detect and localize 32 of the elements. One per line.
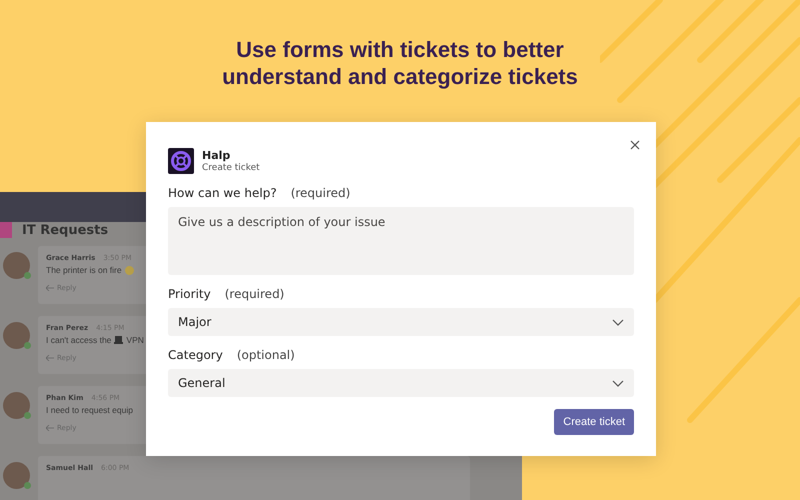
message-text: The printer is on fire	[46, 265, 122, 275]
reply-arrow-icon	[46, 425, 54, 431]
message-text: I can't access the	[46, 335, 112, 345]
headline: Use forms with tickets to better understand and categorize tickets	[221, 36, 579, 90]
avatar	[3, 462, 30, 489]
app-subtitle: Create ticket	[202, 163, 260, 173]
field-note: (required)	[290, 186, 350, 200]
close-icon[interactable]	[628, 138, 642, 152]
chevron-down-icon	[612, 318, 624, 326]
create-ticket-button[interactable]: Create ticket	[554, 409, 634, 435]
emoji-icon	[124, 266, 134, 274]
app-logo-icon	[168, 148, 194, 174]
field-label: How can we help?	[168, 186, 277, 200]
laptop-icon	[114, 336, 124, 344]
field-label: Category	[168, 348, 223, 362]
dropdown-field[interactable]: General	[168, 369, 634, 397]
avatar	[3, 392, 30, 419]
field-note: (optional)	[236, 348, 295, 362]
field-label: Priority	[168, 287, 211, 301]
chevron-down-icon	[612, 380, 624, 386]
reply-arrow-icon	[46, 355, 54, 361]
app-name: Halp	[202, 149, 232, 162]
dropdown-field[interactable]: Major	[168, 308, 634, 336]
reply-arrow-icon	[46, 285, 54, 291]
channel-icon	[0, 222, 12, 238]
channel-title: IT Requests	[22, 222, 108, 238]
field-note: (required)	[224, 287, 284, 301]
avatar	[3, 322, 30, 349]
message-text: I need to request equip	[46, 405, 133, 415]
message-text: VPN	[126, 335, 144, 345]
avatar	[3, 252, 30, 279]
description-field[interactable]: Give us a description of your issue	[168, 207, 634, 275]
